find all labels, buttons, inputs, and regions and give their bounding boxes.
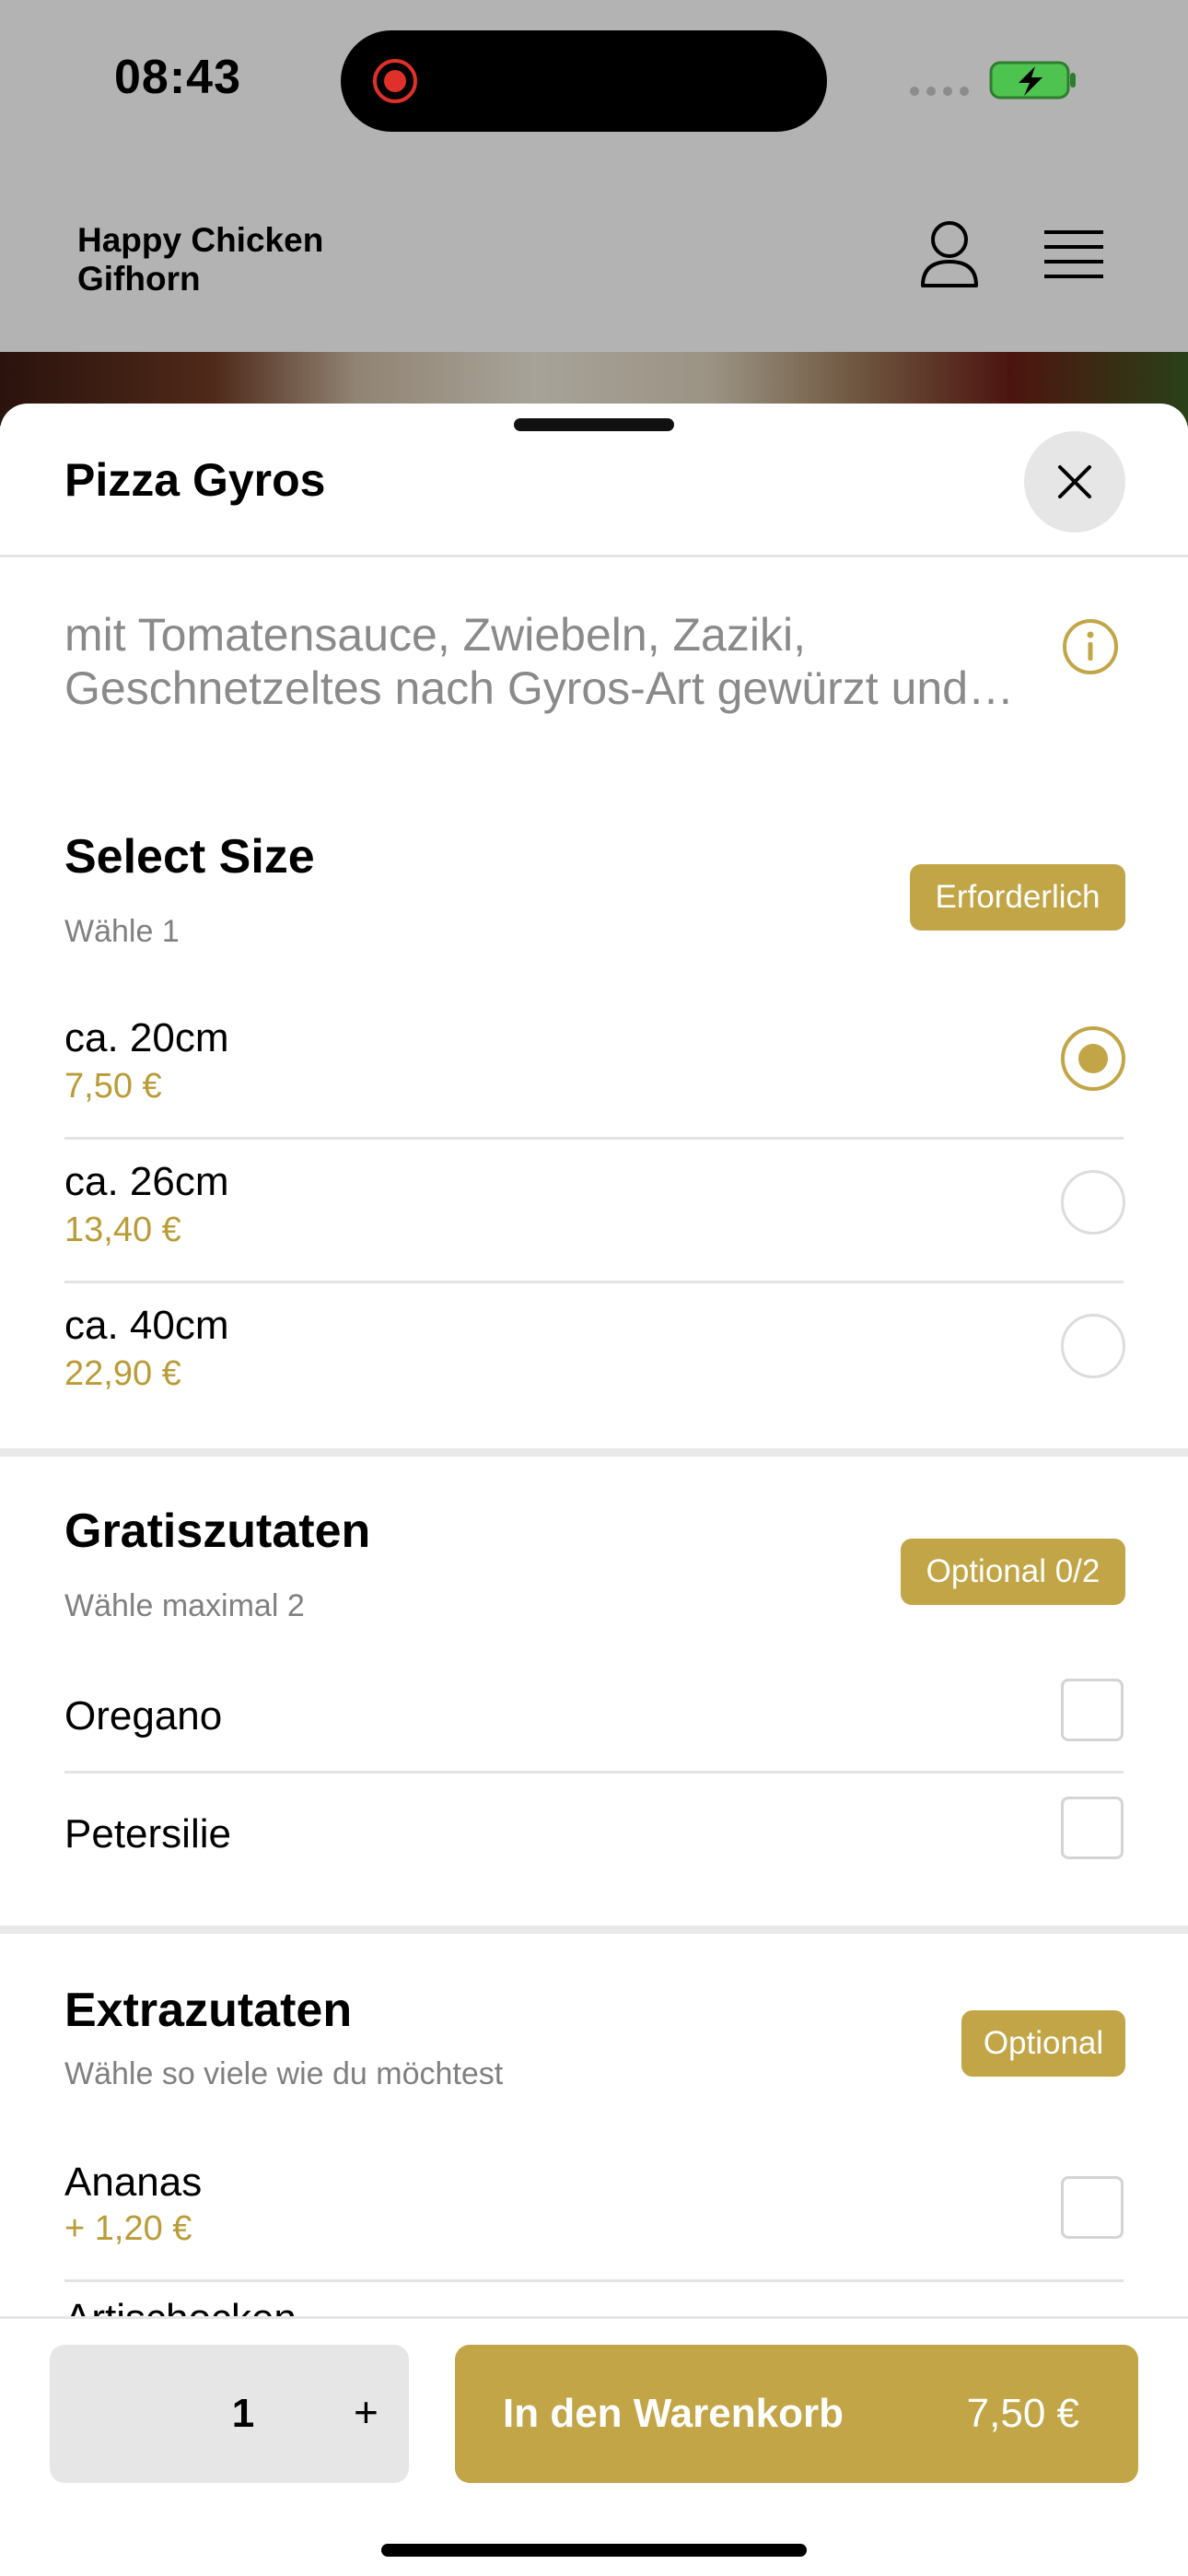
- size-option-row[interactable]: ca. 20cm 7,50 €: [64, 1015, 1125, 1159]
- free-toppings-subtitle: Wähle maximal 2: [64, 1588, 305, 1623]
- dynamic-island: [341, 30, 827, 132]
- size-option-price: 13,40 €: [64, 1211, 181, 1249]
- topping-option-name: Oregano: [64, 1693, 223, 1739]
- battery-charging-icon: [989, 61, 1076, 100]
- quantity-value: 1: [231, 2391, 255, 2436]
- recording-indicator-icon: [373, 59, 417, 103]
- sheet-grabber[interactable]: [514, 418, 674, 431]
- free-toppings-title: Gratiszutaten: [64, 1505, 371, 1558]
- extra-toppings-subtitle: Wähle so viele wie du möchtest: [64, 2056, 504, 2091]
- close-icon: [1058, 465, 1091, 498]
- extra-option-price: + 1,20 €: [64, 2209, 192, 2248]
- status-bar: 08:43: [0, 0, 1188, 175]
- topping-option-row[interactable]: Oregano: [64, 1679, 1124, 1811]
- product-title: Pizza Gyros: [64, 454, 326, 506]
- size-option-price: 7,50 €: [64, 1067, 162, 1106]
- product-description: mit Tomatensauce, Zwiebeln, Zaziki, Gesc…: [64, 609, 1015, 714]
- size-option-name: ca. 40cm: [64, 1303, 229, 1348]
- size-radio[interactable]: [1061, 1314, 1125, 1378]
- extra-option-name: Ananas: [64, 2160, 203, 2205]
- topping-option-row[interactable]: Petersilie: [64, 1797, 1124, 1903]
- divider: [64, 1281, 1124, 1283]
- topping-checkbox[interactable]: [1061, 1797, 1124, 1859]
- user-account-icon[interactable]: [917, 219, 982, 289]
- bottom-action-bar: 1 + In den Warenkorb 7,50 €: [0, 2316, 1188, 2576]
- divider: [64, 2279, 1124, 2282]
- add-to-cart-price: 7,50 €: [966, 2391, 1079, 2436]
- size-section-title: Select Size: [64, 830, 315, 884]
- size-option-row[interactable]: ca. 26cm 13,40 €: [64, 1159, 1125, 1303]
- add-to-cart-label: In den Warenkorb: [503, 2391, 844, 2436]
- info-icon[interactable]: [1061, 617, 1120, 676]
- size-option-row[interactable]: ca. 40cm 22,90 €: [64, 1303, 1125, 1423]
- quantity-increase-button[interactable]: +: [354, 2387, 379, 2437]
- cellular-signal-icon: [910, 87, 969, 96]
- section-separator: [0, 1926, 1188, 1934]
- extra-toppings-title: Extrazutaten: [64, 1984, 353, 2037]
- status-time: 08:43: [114, 51, 241, 104]
- section-separator: [0, 1448, 1188, 1457]
- size-option-price: 22,90 €: [64, 1354, 181, 1393]
- size-section-subtitle: Wähle 1: [64, 914, 180, 949]
- extra-checkbox[interactable]: [1061, 2176, 1124, 2239]
- topping-checkbox[interactable]: [1061, 1679, 1124, 1741]
- size-radio[interactable]: [1061, 1170, 1125, 1235]
- home-indicator[interactable]: [381, 2544, 807, 2557]
- size-option-name: ca. 26cm: [64, 1159, 229, 1204]
- divider: [64, 1137, 1124, 1140]
- restaurant-name[interactable]: Happy Chicken Gifhorn: [77, 221, 323, 299]
- app-header: Happy Chicken Gifhorn: [0, 175, 1188, 352]
- hamburger-menu-icon[interactable]: [1044, 228, 1103, 280]
- size-radio-selected[interactable]: [1061, 1026, 1125, 1091]
- optional-count-badge: Optional 0/2: [901, 1539, 1125, 1605]
- optional-badge: Optional: [961, 2010, 1125, 2077]
- divider: [64, 1771, 1124, 1774]
- required-badge: Erforderlich: [910, 864, 1125, 931]
- divider: [0, 555, 1188, 557]
- close-button[interactable]: [1024, 431, 1125, 533]
- size-option-name: ca. 20cm: [64, 1015, 229, 1060]
- topping-option-name: Petersilie: [64, 1811, 231, 1856]
- product-detail-sheet: Pizza Gyros mit Tomatensauce, Zwiebeln, …: [0, 404, 1188, 2576]
- extra-option-row[interactable]: Ananas + 1,20 €: [64, 2160, 1124, 2296]
- add-to-cart-button[interactable]: In den Warenkorb 7,50 €: [455, 2345, 1138, 2483]
- quantity-stepper[interactable]: 1 +: [50, 2345, 409, 2483]
